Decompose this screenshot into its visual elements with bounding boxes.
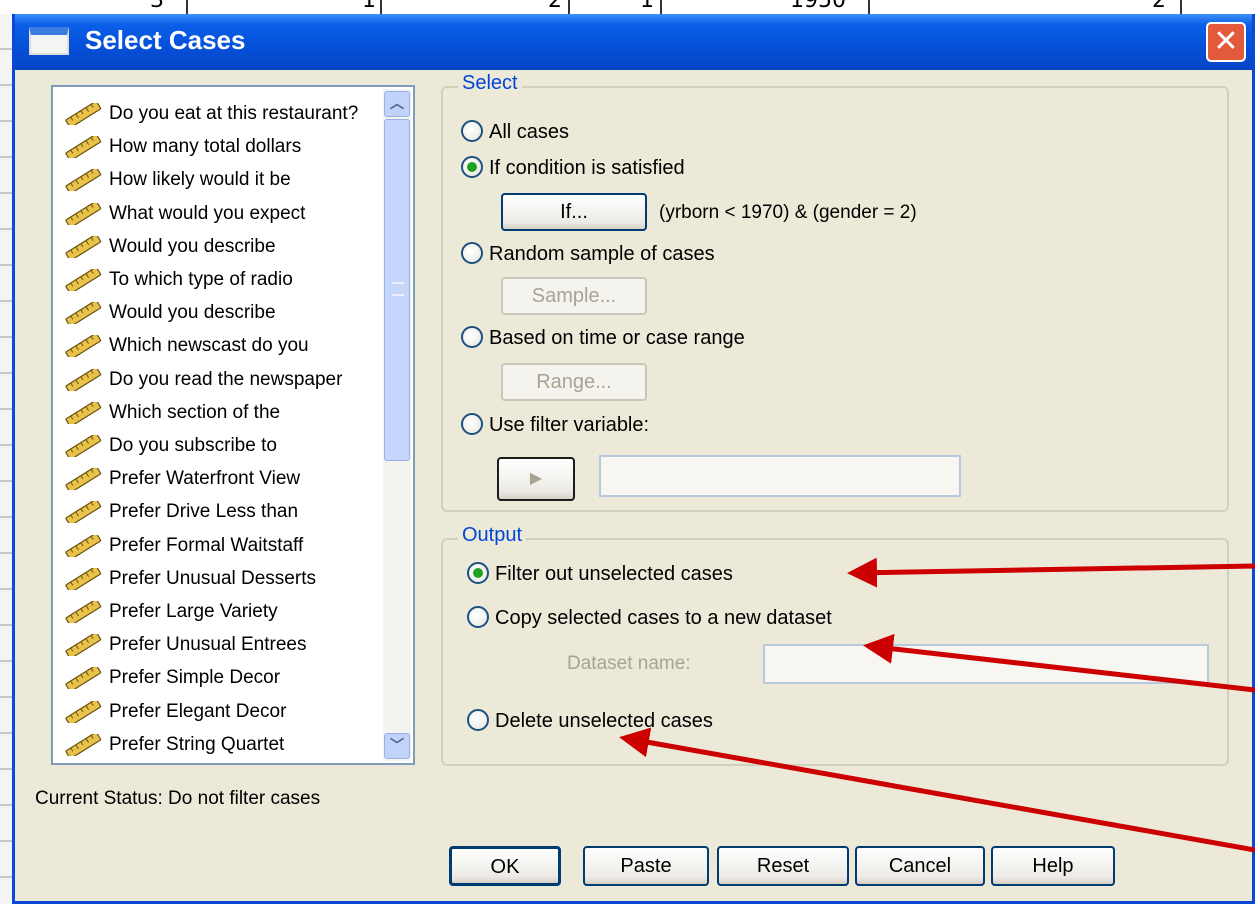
ruler-icon xyxy=(63,598,109,626)
ruler-icon xyxy=(63,532,109,560)
radio-filter-variable[interactable]: Use filter variable: xyxy=(461,410,649,440)
scroll-up-button[interactable]: ︿ xyxy=(384,91,410,117)
ruler-icon xyxy=(63,466,109,494)
ruler-icon xyxy=(63,499,109,527)
bg-cell: 1 xyxy=(362,0,376,13)
window-title: Select Cases xyxy=(85,25,246,55)
variable-list-item[interactable]: Prefer Elegant Decor xyxy=(63,697,363,727)
ruler-icon xyxy=(63,333,109,361)
ruler-icon xyxy=(63,100,109,128)
variable-list-item[interactable]: Would you describe xyxy=(63,232,363,262)
close-button[interactable]: ✕ xyxy=(1206,22,1246,62)
variable-list-item[interactable]: Do you eat at this restaurant? xyxy=(63,99,363,129)
radio-button[interactable] xyxy=(461,241,483,264)
variable-list-item[interactable]: Would you describe xyxy=(63,298,363,328)
dataset-name-label: Dataset name: xyxy=(567,653,691,674)
variable-list-item[interactable]: Prefer Formal Waitstaff xyxy=(63,531,363,561)
ruler-icon xyxy=(63,300,109,328)
chevron-down-icon: ﹀ xyxy=(390,738,404,754)
variable-list-scrollbar[interactable]: ︿ ﹀ xyxy=(383,89,411,761)
range-button[interactable]: Range... xyxy=(501,363,647,401)
scroll-down-button[interactable]: ﹀ xyxy=(384,733,410,759)
bg-cell: 2 xyxy=(1152,0,1166,13)
ruler-icon xyxy=(63,134,109,162)
background-spreadsheet: 3 1 2 1 1950 2 xyxy=(0,0,1255,14)
background-row-ruler xyxy=(0,14,12,904)
current-status: Current Status: Do not filter cases xyxy=(35,788,321,809)
ruler-icon xyxy=(63,200,109,228)
ruler-icon xyxy=(63,233,109,261)
variable-list-item[interactable]: To which type of radio xyxy=(63,265,363,295)
variable-list-item[interactable]: Prefer Simple Decor xyxy=(63,663,363,693)
radio-filter-out[interactable]: Filter out unselected cases xyxy=(467,559,733,589)
ruler-icon xyxy=(63,399,109,427)
radio-button[interactable] xyxy=(461,119,483,142)
ruler-icon xyxy=(63,698,109,726)
chevron-up-icon: ︿ xyxy=(390,96,404,112)
variable-list-item[interactable]: Prefer Waterfront View xyxy=(63,464,363,494)
reset-button[interactable]: Reset xyxy=(717,846,849,886)
ruler-icon xyxy=(63,432,109,460)
variable-list-item[interactable]: Which newscast do you xyxy=(63,331,363,361)
select-cases-dialog: Select Cases ✕ Do you eat at this restau… xyxy=(12,14,1255,904)
window-icon xyxy=(29,27,69,55)
bg-cell: 1 xyxy=(640,0,654,13)
if-button[interactable]: If... xyxy=(501,193,647,231)
select-group-title: Select xyxy=(458,72,522,95)
ruler-icon xyxy=(63,266,109,294)
radio-button[interactable] xyxy=(461,325,483,348)
radio-if-condition[interactable]: If condition is satisfied xyxy=(461,153,685,183)
dataset-name-field[interactable] xyxy=(763,644,1209,684)
close-icon: ✕ xyxy=(1213,24,1239,59)
variable-list-item[interactable]: Prefer String Quartet xyxy=(63,730,363,760)
condition-expression: (yrborn < 1970) & (gender = 2) xyxy=(659,202,917,223)
title-bar[interactable]: Select Cases ✕ xyxy=(15,14,1252,70)
variable-list-item[interactable]: Do you subscribe to xyxy=(63,431,363,461)
variable-list-item[interactable]: How likely would it be xyxy=(63,165,363,195)
variable-list-item[interactable]: Prefer Unusual Entrees xyxy=(63,630,363,660)
ruler-icon xyxy=(63,565,109,593)
bg-cell: 1950 xyxy=(790,0,846,13)
variable-list-item[interactable]: Prefer Unusual Desserts xyxy=(63,564,363,594)
radio-copy-to-dataset[interactable]: Copy selected cases to a new dataset xyxy=(467,603,832,633)
scroll-thumb[interactable] xyxy=(384,119,410,461)
ruler-icon xyxy=(63,632,109,660)
radio-all-cases[interactable]: All cases xyxy=(461,117,569,147)
variable-list-item[interactable]: Do you read the newspaper xyxy=(63,365,363,395)
radio-time-range[interactable]: Based on time or case range xyxy=(461,323,745,353)
variable-list-item[interactable]: Which section of the xyxy=(63,398,363,428)
radio-button[interactable] xyxy=(467,605,489,628)
ok-button[interactable]: OK xyxy=(449,846,561,886)
variable-list-item[interactable]: How many total dollars xyxy=(63,132,363,162)
radio-delete-unselected[interactable]: Delete unselected cases xyxy=(467,706,713,736)
ruler-icon xyxy=(63,665,109,693)
radio-button[interactable] xyxy=(467,708,489,731)
sample-button[interactable]: Sample... xyxy=(501,277,647,315)
cancel-button[interactable]: Cancel xyxy=(855,846,985,886)
output-group-title: Output xyxy=(458,524,527,547)
ruler-icon xyxy=(63,731,109,759)
variable-list-item[interactable]: Prefer Drive Less than xyxy=(63,497,363,527)
ruler-icon xyxy=(63,167,109,195)
radio-button[interactable] xyxy=(461,155,483,178)
variable-list[interactable]: Do you eat at this restaurant? How many t… xyxy=(51,85,415,765)
variable-list-item[interactable]: Prefer Large Variety xyxy=(63,597,363,627)
radio-button[interactable] xyxy=(467,561,489,584)
ruler-icon xyxy=(63,366,109,394)
arrow-right-icon: ▶ xyxy=(529,470,543,487)
bg-cell: 3 xyxy=(150,0,164,13)
variable-list-item[interactable]: What would you expect xyxy=(63,199,363,229)
move-variable-button[interactable]: ▶ xyxy=(497,457,575,501)
bg-cell: 2 xyxy=(548,0,562,13)
help-button[interactable]: Help xyxy=(991,846,1115,886)
paste-button[interactable]: Paste xyxy=(583,846,709,886)
filter-variable-field[interactable] xyxy=(599,455,961,497)
radio-button[interactable] xyxy=(461,412,483,435)
radio-random-sample[interactable]: Random sample of cases xyxy=(461,239,715,269)
